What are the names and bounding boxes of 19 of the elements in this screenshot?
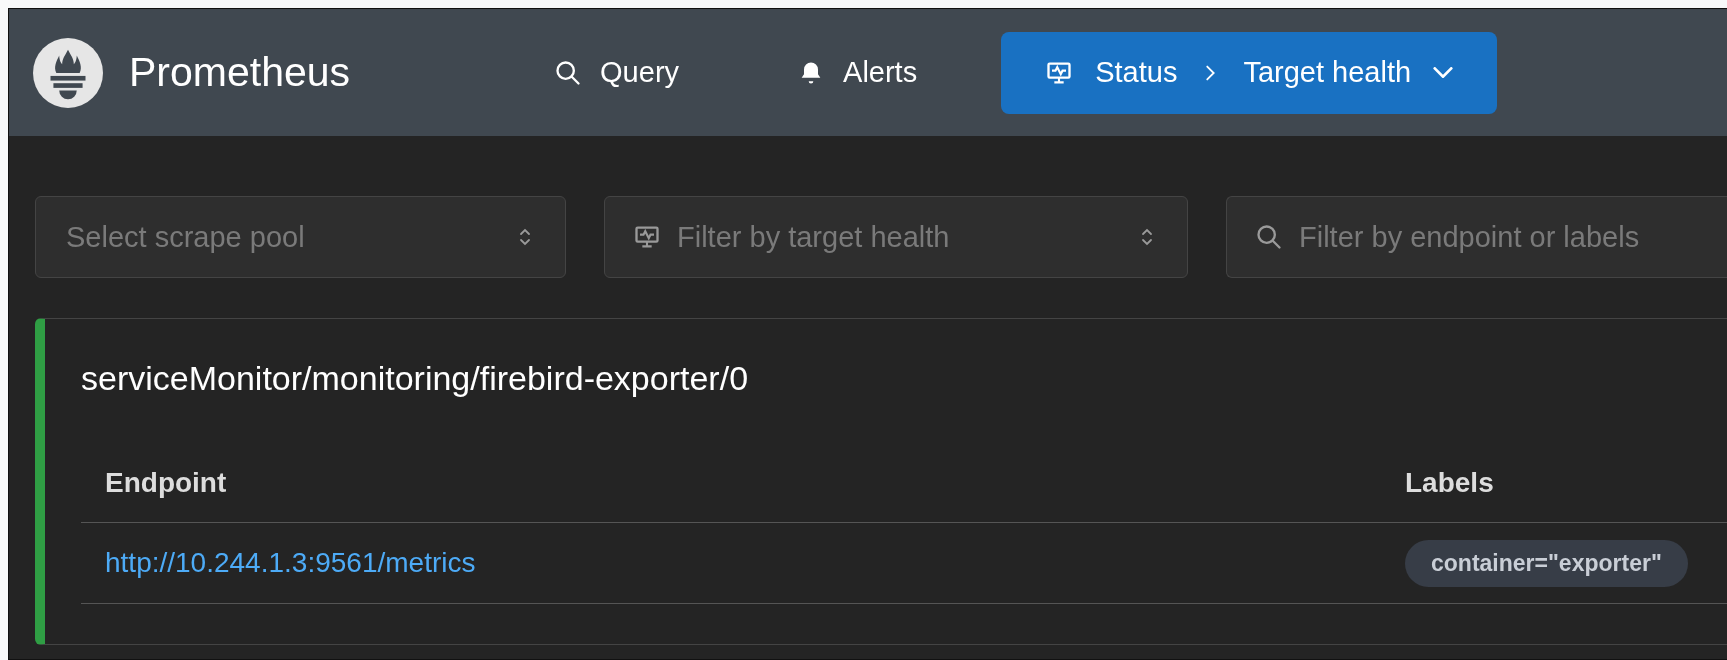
nav-button[interactable]: Alerts <box>763 31 952 114</box>
pool-title: serviceMonitor/monitoring/firebird-exporter/0 <box>81 359 750 398</box>
select-input[interactable]: Filter by target health <box>675 219 1121 255</box>
nav-button[interactable]: Query <box>520 31 714 114</box>
select-input[interactable]: Select scrape pool <box>64 219 499 255</box>
search-icon <box>1255 223 1283 251</box>
select-field[interactable]: Filter by target health <box>604 196 1188 278</box>
endpoint-link[interactable]: http://10.244.1.3:9561/metrics <box>105 547 476 578</box>
torch-logo-icon <box>33 37 103 108</box>
column-header: Labels <box>1404 467 1495 499</box>
nav-button[interactable]: Status Target health <box>1001 31 1498 114</box>
label-badge: container="exporter" <box>1405 539 1688 587</box>
chevron-down-icon <box>1433 67 1454 78</box>
search-field[interactable]: Filter by endpoint or labels <box>1226 196 1727 278</box>
column-header: Endpoint <box>104 467 228 499</box>
search-icon <box>554 58 583 87</box>
select-field[interactable]: Select scrape pool <box>35 196 566 278</box>
app-title: Prometheus <box>129 49 351 96</box>
search-input[interactable]: Filter by endpoint or labels <box>1297 219 1699 255</box>
